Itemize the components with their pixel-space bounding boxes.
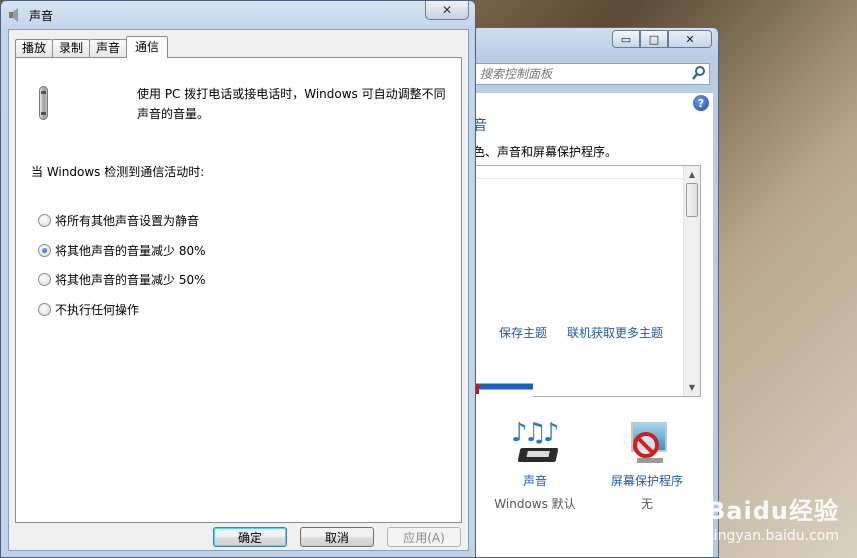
- tab-communications[interactable]: 通信: [126, 36, 169, 58]
- scroll-up-icon[interactable]: ▲: [684, 166, 700, 183]
- tab-sounds[interactable]: 声音: [89, 39, 128, 58]
- speaker-icon: [7, 7, 23, 23]
- radio-reduce-50[interactable]: [38, 273, 51, 286]
- sound-item[interactable]: ♪♫♪ 声音 Windows 默认: [485, 418, 585, 512]
- screensaver-item[interactable]: 屏幕保护程序 无: [597, 418, 697, 512]
- phone-icon: [36, 86, 52, 122]
- theme-list[interactable]: 保存主题 联机获取更多主题 ▲ ▼: [473, 165, 701, 398]
- intro-text: 使用 PC 拨打电话或接电话时，Windows 可自动调整不同声音的音量。: [137, 87, 446, 121]
- option-reduce-50[interactable]: 将其他声音的音量减少 50%: [38, 271, 206, 288]
- option-label: 将其他声音的音量减少 80%: [55, 244, 206, 258]
- tab-playback[interactable]: 播放: [15, 39, 54, 58]
- search-input[interactable]: [474, 67, 691, 81]
- screensaver-item-label[interactable]: 屏幕保护程序: [597, 472, 697, 489]
- theme-thumbnail[interactable]: [473, 376, 533, 398]
- ok-button[interactable]: 确定: [213, 527, 287, 547]
- apply-button: 应用(A): [387, 527, 461, 547]
- dialog-buttons: 确定 取消 应用(A): [213, 527, 461, 547]
- bg-caption-buttons: ▭ □ ✕: [612, 30, 712, 48]
- baidu-watermark: Baidu经验 jingyan.baidu.com: [707, 491, 839, 544]
- radio-reduce-80[interactable]: [38, 244, 51, 257]
- option-label: 将其他声音的音量减少 50%: [55, 273, 206, 287]
- title-bar[interactable]: 声音 ✕: [1, 1, 475, 29]
- radio-do-nothing[interactable]: [38, 303, 51, 316]
- detect-label: 当 Windows 检测到通信活动时:: [31, 165, 205, 179]
- sound-icon: ♪♫♪: [507, 418, 563, 470]
- communications-panel: 使用 PC 拨打电话或接电话时，Windows 可自动调整不同声音的音量。 当 …: [15, 57, 462, 523]
- watermark-sub: jingyan.baidu.com: [709, 528, 839, 544]
- search-box[interactable]: [473, 63, 710, 85]
- bg-close-button[interactable]: ✕: [668, 30, 712, 48]
- scroll-thumb[interactable]: [686, 183, 698, 217]
- option-mute-all[interactable]: 将所有其他声音设置为静音: [38, 212, 199, 229]
- personalization-window: ▭ □ ✕ ? 音 色、声音和屏幕保护程序。 保存主题 联机获取更多主题 ▲ ▼…: [472, 27, 719, 558]
- theme-list-scrollbar[interactable]: ▲ ▼: [683, 166, 700, 396]
- cancel-button[interactable]: 取消: [300, 527, 374, 547]
- search-icon[interactable]: [691, 65, 709, 83]
- option-label: 不执行任何操作: [55, 303, 140, 317]
- radio-mute-all[interactable]: [38, 214, 51, 227]
- bg-maximize-button[interactable]: □: [640, 30, 668, 48]
- tab-recording[interactable]: 录制: [52, 39, 91, 58]
- scroll-down-icon[interactable]: ▼: [684, 379, 700, 396]
- tab-strip: 播放 录制 声音 通信: [15, 36, 169, 58]
- option-reduce-80[interactable]: 将其他声音的音量减少 80%: [38, 242, 206, 259]
- bg-content-pane: ? 音 色、声音和屏幕保护程序。 保存主题 联机获取更多主题 ▲ ▼ ♪♫♪ 声…: [473, 93, 713, 557]
- sound-item-label[interactable]: 声音: [485, 472, 585, 489]
- option-label: 将所有其他声音设置为静音: [55, 214, 200, 228]
- close-icon: ✕: [441, 3, 453, 17]
- get-more-themes-link[interactable]: 联机获取更多主题: [567, 324, 663, 341]
- option-do-nothing[interactable]: 不执行任何操作: [38, 301, 139, 318]
- help-icon[interactable]: ?: [693, 95, 709, 111]
- dialog-client: 播放 录制 声音 通信 使用 PC 拨打电话或接电话时，Windows 可自动调…: [8, 29, 469, 551]
- sound-dialog: 声音 ✕ 播放 录制 声音 通信 使用 PC 拨打电话或接电话时，Windows…: [0, 0, 476, 558]
- window-title: 声音: [29, 9, 54, 23]
- sound-item-sub: Windows 默认: [494, 497, 576, 511]
- watermark-main: Baidu经验: [707, 497, 839, 525]
- bg-minimize-button[interactable]: ▭: [612, 30, 640, 48]
- theme-divider: [473, 178, 683, 179]
- bg-description: 色、声音和屏幕保护程序。: [473, 145, 618, 159]
- screensaver-item-sub: 无: [640, 497, 653, 511]
- close-button[interactable]: ✕: [425, 1, 469, 20]
- save-theme-link[interactable]: 保存主题: [499, 324, 547, 341]
- screensaver-icon: [619, 418, 675, 470]
